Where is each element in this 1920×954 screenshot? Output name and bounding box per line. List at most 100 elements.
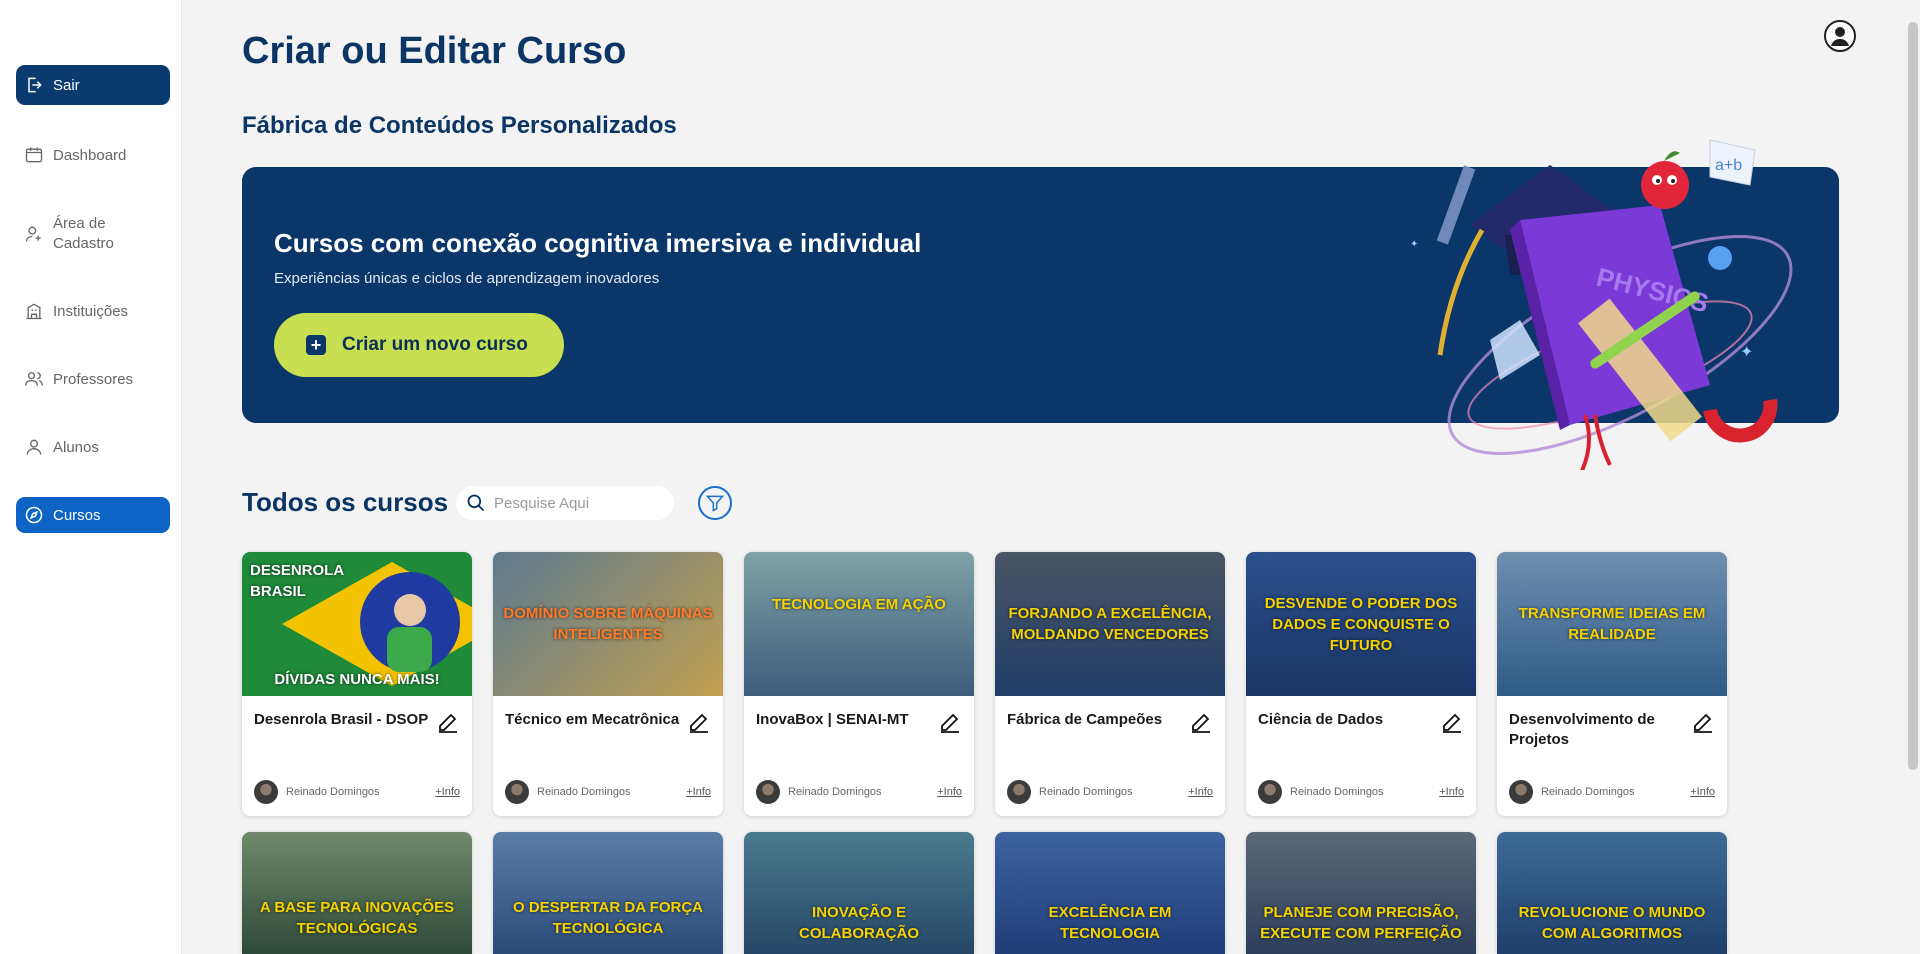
course-title: Desenvolvimento de Projetos	[1509, 711, 1655, 748]
sidebar-item-label: Sair	[53, 76, 80, 94]
edit-icon[interactable]	[687, 710, 711, 734]
search-input[interactable]	[494, 494, 664, 512]
svg-text:✦: ✦	[1410, 239, 1418, 250]
course-thumbnail: FORJANDO A EXCELÊNCIA, MOLDANDO VENCEDOR…	[995, 552, 1225, 696]
course-thumbnail: O DESPERTAR DA FORÇA TECNOLÓGICA	[493, 832, 723, 954]
thumb-line: REVOLUCIONE O MUNDO COM ALGORITMOS	[1518, 904, 1706, 942]
author-name: Reinado Domingos	[1541, 786, 1635, 798]
author-name: Reinado Domingos	[1039, 786, 1133, 798]
filter-icon	[705, 495, 725, 512]
thumb-line: EXCELÊNCIA EM TECNOLOGIA	[1048, 904, 1172, 942]
sidebar-item-sair[interactable]: Sair	[16, 65, 170, 105]
course-card[interactable]: FORJANDO A EXCELÊNCIA, MOLDANDO VENCEDOR…	[995, 552, 1225, 816]
sidebar-item-cursos[interactable]: Cursos	[16, 497, 170, 533]
sidebar-item-dashboard[interactable]: Dashboard	[16, 144, 170, 166]
course-thumbnail: TRANSFORME IDEIAS EM REALIDADE	[1497, 552, 1727, 696]
edit-icon[interactable]	[1189, 710, 1213, 734]
sidebar-item-instituicoes[interactable]: Instituições	[16, 300, 170, 322]
page-scrollbar[interactable]	[1908, 22, 1918, 770]
more-info-link[interactable]: +Info	[937, 786, 962, 798]
user-add-icon	[25, 226, 41, 242]
thumb-line: TECNOLOGIA EM AÇÃO	[772, 595, 946, 613]
course-thumbnail: PLANEJE COM PRECISÃO, EXECUTE COM PERFEI…	[1246, 832, 1476, 954]
sidebar-item-label: Dashboard	[53, 146, 127, 164]
sidebar-item-label: Cursos	[53, 506, 101, 524]
sidebar-item-label: Alunos	[53, 438, 99, 456]
course-card[interactable]: INOVAÇÃO E COLABORAÇÃO	[744, 832, 974, 954]
sidebar-item-label: Área de Cadastro	[53, 215, 114, 252]
sidebar: Sair Dashboard Área de Cadastro Institui…	[0, 0, 182, 954]
more-info-link[interactable]: +Info	[1690, 786, 1715, 798]
sidebar-item-area-de-cadastro[interactable]: Área de Cadastro	[16, 212, 170, 256]
edit-icon[interactable]	[1691, 710, 1715, 734]
edit-icon[interactable]	[938, 710, 962, 734]
course-card[interactable]: DESENROLA BRASIL DÍVIDAS NUNCA MAIS! Des…	[242, 552, 472, 816]
thumb-line: BRASIL	[250, 583, 306, 600]
course-card[interactable]: EXCELÊNCIA EM TECNOLOGIA	[995, 832, 1225, 954]
author-name: Reinado Domingos	[1290, 786, 1384, 798]
course-author: Reinado Domingos	[756, 780, 882, 804]
more-info-link[interactable]: +Info	[435, 786, 460, 798]
more-info-link[interactable]: +Info	[686, 786, 711, 798]
filter-button[interactable]	[698, 486, 732, 520]
course-title: Desenrola Brasil - DSOP	[254, 711, 429, 728]
user-icon	[26, 439, 42, 455]
more-info-link[interactable]: +Info	[1188, 786, 1213, 798]
course-title: Fábrica de Campeões	[1007, 711, 1163, 728]
course-thumbnail: TECNOLOGIA EM AÇÃO	[744, 552, 974, 696]
thumb-line: DOMÍNIO SOBRE MÁQUINAS INTELIGENTES	[503, 605, 713, 643]
note-text: a+b	[1715, 157, 1742, 174]
author-avatar	[1258, 780, 1282, 804]
course-thumbnail: DOMÍNIO SOBRE MÁQUINAS INTELIGENTES	[493, 552, 723, 696]
thumb-line: DESVENDE O PODER DOS DADOS E CONQUISTE O…	[1264, 594, 1458, 654]
banner-title: Cursos com conexão cognitiva imersiva e …	[274, 228, 922, 258]
more-info-link[interactable]: +Info	[1439, 786, 1464, 798]
course-author: Reinado Domingos	[1007, 780, 1133, 804]
author-avatar	[1007, 780, 1031, 804]
course-thumbnail: DESVENDE O PODER DOS DADOS E CONQUISTE O…	[1246, 552, 1476, 696]
course-search	[456, 486, 674, 520]
page-subtitle: Fábrica de Conteúdos Personalizados	[242, 112, 677, 139]
course-card[interactable]: DOMÍNIO SOBRE MÁQUINAS INTELIGENTES Técn…	[493, 552, 723, 816]
course-card[interactable]: O DESPERTAR DA FORÇA TECNOLÓGICA	[493, 832, 723, 954]
course-author: Reinado Domingos	[1258, 780, 1384, 804]
author-avatar	[505, 780, 529, 804]
thumb-line: DÍVIDAS NUNCA MAIS!	[274, 671, 440, 688]
thumb-line: INOVAÇÃO E COLABORAÇÃO	[799, 904, 919, 942]
users-icon	[25, 372, 43, 386]
courses-section-title: Todos os cursos	[242, 487, 449, 517]
author-name: Reinado Domingos	[286, 786, 380, 798]
edit-icon[interactable]	[436, 710, 460, 734]
course-title: InovaBox | SENAI-MT	[756, 711, 909, 728]
course-card[interactable]: TRANSFORME IDEIAS EM REALIDADE Desenvolv…	[1497, 552, 1727, 816]
thumb-line: PLANEJE COM PRECISÃO, EXECUTE COM PERFEI…	[1260, 904, 1462, 942]
svg-text:✦: ✦	[1740, 342, 1753, 361]
profile-icon[interactable]	[1824, 20, 1856, 52]
course-thumbnail: INOVAÇÃO E COLABORAÇÃO	[744, 832, 974, 954]
author-avatar	[756, 780, 780, 804]
course-author: Reinado Domingos	[1509, 780, 1635, 804]
course-card[interactable]: DESVENDE O PODER DOS DADOS E CONQUISTE O…	[1246, 552, 1476, 816]
author-name: Reinado Domingos	[788, 786, 882, 798]
create-course-button[interactable]: + Criar um novo curso	[274, 313, 564, 377]
edit-icon[interactable]	[1440, 710, 1464, 734]
course-card[interactable]: TECNOLOGIA EM AÇÃO InovaBox | SENAI-MT R…	[744, 552, 974, 816]
course-card[interactable]: A BASE PARA INOVAÇÕES TECNOLÓGICAS	[242, 832, 472, 954]
course-thumbnail: A BASE PARA INOVAÇÕES TECNOLÓGICAS	[242, 832, 472, 954]
author-avatar	[1509, 780, 1533, 804]
education-illustration: PHYSICS a+b ✦ ✦	[1410, 139, 1793, 470]
course-card[interactable]: REVOLUCIONE O MUNDO COM ALGORITMOS	[1497, 832, 1727, 954]
calendar-icon	[25, 147, 43, 163]
course-thumbnail: EXCELÊNCIA EM TECNOLOGIA	[995, 832, 1225, 954]
sidebar-item-label: Instituições	[53, 302, 129, 320]
sidebar-item-alunos[interactable]: Alunos	[16, 436, 170, 458]
page-title: Criar ou Editar Curso	[242, 30, 627, 72]
create-course-label: Criar um novo curso	[342, 334, 528, 355]
author-name: Reinado Domingos	[537, 786, 631, 798]
thumb-line: FORJANDO A EXCELÊNCIA, MOLDANDO VENCEDOR…	[1008, 605, 1212, 643]
sidebar-item-professores[interactable]: Professores	[16, 368, 170, 390]
course-card[interactable]: PLANEJE COM PRECISÃO, EXECUTE COM PERFEI…	[1246, 832, 1476, 954]
author-avatar	[254, 780, 278, 804]
thumb-line: O DESPERTAR DA FORÇA TECNOLÓGICA	[512, 899, 703, 937]
course-author: Reinado Domingos	[254, 780, 380, 804]
